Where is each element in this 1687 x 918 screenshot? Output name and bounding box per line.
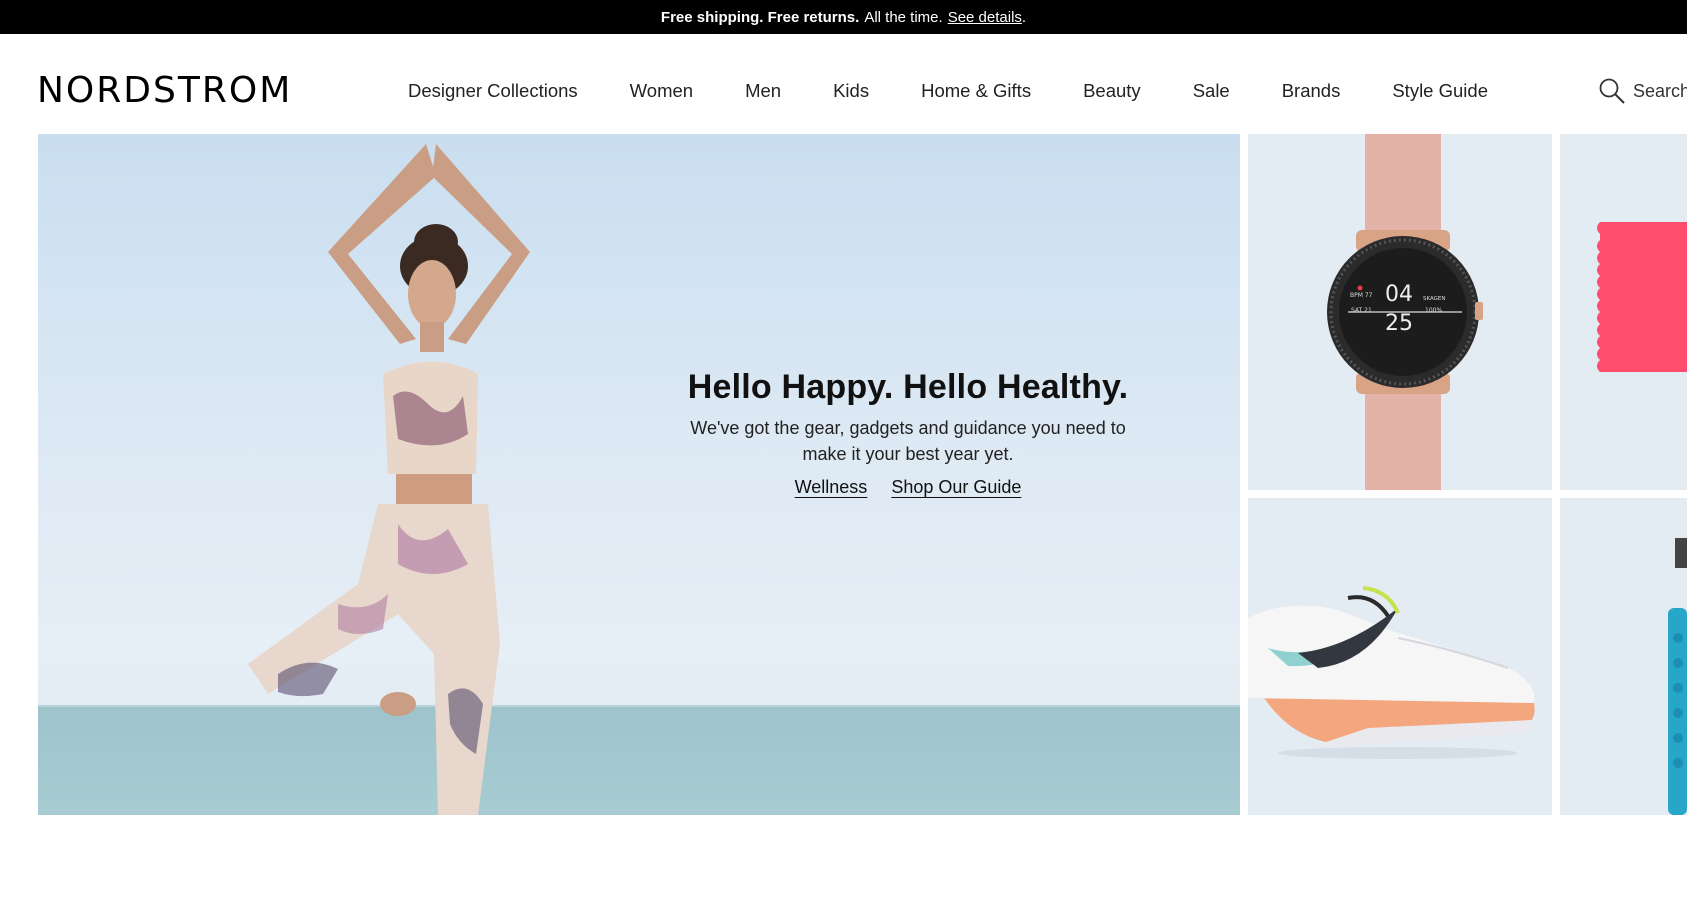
- nav-brands[interactable]: Brands: [1282, 80, 1341, 102]
- promo-bar: Free shipping. Free returns. All the tim…: [0, 0, 1687, 34]
- hero-title: Hello Happy. Hello Healthy.: [687, 368, 1129, 406]
- product-tile-pink[interactable]: [1560, 134, 1687, 490]
- nav-designer-collections[interactable]: Designer Collections: [408, 80, 578, 102]
- main-nav: Designer Collections Women Men Kids Home…: [408, 80, 1540, 102]
- promo-bold-text: Free shipping. Free returns.: [660, 8, 860, 26]
- product-tile-sneaker[interactable]: [1248, 498, 1552, 815]
- promo-text: All the time.: [864, 8, 943, 26]
- nav-women[interactable]: Women: [630, 80, 693, 102]
- nav-kids[interactable]: Kids: [833, 80, 869, 102]
- nav-sale[interactable]: Sale: [1193, 80, 1230, 102]
- shop-our-guide-link[interactable]: Shop Our Guide: [891, 477, 1021, 498]
- nav-home-gifts[interactable]: Home & Gifts: [921, 80, 1031, 102]
- bottle-image: [1668, 538, 1687, 815]
- pink-product-image: [1597, 222, 1687, 372]
- search-button[interactable]: Search: [1598, 77, 1687, 105]
- hero-links: Wellness Shop Our Guide: [678, 477, 1138, 498]
- product-tile-bottle[interactable]: [1560, 498, 1687, 815]
- search-icon: [1599, 78, 1625, 104]
- hero-subtitle: We've got the gear, gadgets and guidance…: [690, 418, 1126, 464]
- search-label: Search: [1633, 80, 1687, 101]
- promo-trailing: .: [1021, 8, 1027, 26]
- watch-image: BPM 77 04 SKAGEN SAT 21 25 100%: [1327, 134, 1483, 490]
- nordstrom-logo[interactable]: NORDSTROM: [37, 70, 292, 111]
- watch-minute: 25: [1385, 311, 1413, 336]
- hero-banner[interactable]: Hello Happy. Hello Healthy. We've got th…: [38, 134, 1240, 815]
- watch-battery: 100%: [1425, 307, 1442, 314]
- hero-copy: Hello Happy. Hello Healthy. We've got th…: [678, 368, 1138, 498]
- watch-brand: SKAGEN: [1423, 296, 1446, 302]
- nav-men[interactable]: Men: [745, 80, 781, 102]
- see-details-link[interactable]: See details: [948, 9, 1022, 26]
- sneaker-image: [1248, 586, 1535, 759]
- product-tile-watch[interactable]: BPM 77 04 SKAGEN SAT 21 25 100%: [1248, 134, 1552, 490]
- watch-hour: 04: [1385, 282, 1413, 307]
- watch-date: SAT 21: [1351, 307, 1372, 314]
- nav-beauty[interactable]: Beauty: [1083, 80, 1141, 102]
- wellness-link[interactable]: Wellness: [795, 477, 868, 498]
- nav-style-guide[interactable]: Style Guide: [1392, 80, 1488, 102]
- watch-bpm: BPM 77: [1350, 292, 1373, 299]
